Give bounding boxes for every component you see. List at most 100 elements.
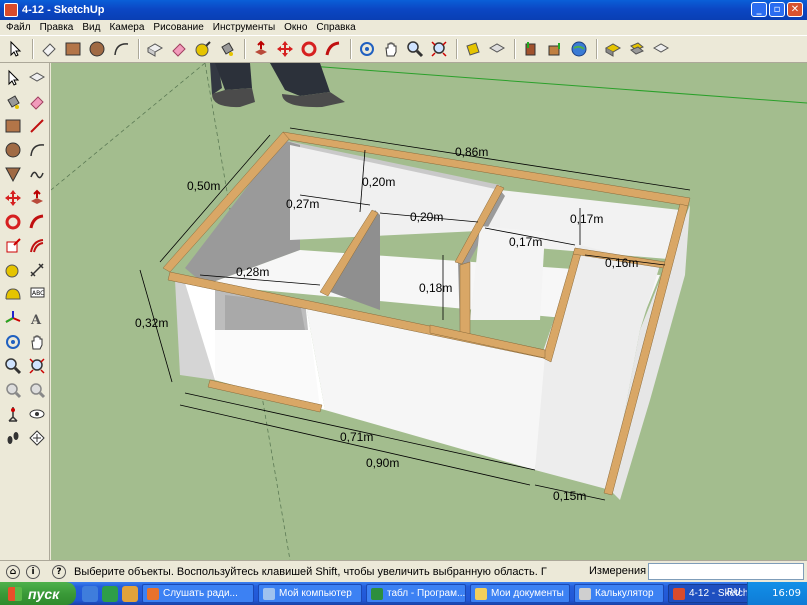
eraser-icon[interactable]	[26, 91, 48, 113]
zoom-icon[interactable]	[2, 355, 24, 377]
quick-launch-media-icon[interactable]	[102, 585, 118, 602]
rectangle-tool-icon[interactable]	[62, 38, 84, 60]
pan-icon[interactable]	[26, 331, 48, 353]
quick-launch-folder-icon[interactable]	[122, 585, 138, 602]
section-plane-icon[interactable]	[26, 427, 48, 449]
rotate-tool-icon[interactable]	[298, 38, 320, 60]
circle-icon[interactable]	[2, 139, 24, 161]
share-model-tool-icon[interactable]	[544, 38, 566, 60]
menu-bar: Файл Правка Вид Камера Рисование Инструм…	[0, 20, 807, 35]
close-button[interactable]: ✕	[787, 2, 803, 17]
dim-inner-16: 0,16m	[605, 256, 638, 270]
menu-draw[interactable]: Рисование	[149, 22, 208, 33]
arc-tool-icon[interactable]	[110, 38, 132, 60]
walk-icon[interactable]	[2, 427, 24, 449]
components-tool-icon[interactable]	[626, 38, 648, 60]
make-component-icon[interactable]	[26, 67, 48, 89]
geolocation-icon[interactable]: ⌂	[6, 564, 20, 579]
tape-measure-tool-icon[interactable]	[192, 38, 214, 60]
outliner-tool-icon[interactable]	[650, 38, 672, 60]
follow-me-tool-icon[interactable]	[322, 38, 344, 60]
tape-measure-icon[interactable]	[2, 259, 24, 281]
orbit-tool-icon[interactable]	[356, 38, 378, 60]
get-models-tool-icon[interactable]	[520, 38, 542, 60]
warehouse-tool-icon[interactable]	[602, 38, 624, 60]
move-tool-icon[interactable]	[274, 38, 296, 60]
line-icon[interactable]	[26, 115, 48, 137]
task-radio[interactable]: Слушать ради...	[142, 584, 254, 603]
section-tool-icon[interactable]	[462, 38, 484, 60]
spreadsheet-icon	[371, 587, 383, 600]
dim-total-length: 0,86m	[455, 145, 488, 159]
polygon-icon[interactable]	[2, 163, 24, 185]
clock[interactable]: 16:09	[772, 588, 801, 599]
arc-icon[interactable]	[26, 139, 48, 161]
freehand-icon[interactable]	[26, 163, 48, 185]
google-earth-tool-icon[interactable]	[568, 38, 590, 60]
pan-tool-icon[interactable]	[380, 38, 402, 60]
measurements-input[interactable]	[648, 563, 804, 580]
dim-inner-17a: 0,17m	[570, 212, 603, 226]
status-bar: ⌂ i ? Выберите объекты. Воспользуйтесь к…	[0, 560, 807, 582]
maximize-button[interactable]: ▫	[769, 2, 785, 17]
dim-inner-27: 0,27m	[286, 197, 319, 211]
dim-inner-18: 0,18m	[419, 281, 452, 295]
measurements-label: Измерения	[589, 565, 647, 577]
zoom-extents-tool-icon[interactable]	[428, 38, 450, 60]
menu-file[interactable]: Файл	[2, 22, 36, 33]
axes-icon[interactable]	[2, 307, 24, 329]
scale-icon[interactable]	[2, 235, 24, 257]
3d-viewport[interactable]: 0,86m 0,50m 0,27m 0,20m 0,20m 0,17m 0,17…	[51, 63, 807, 560]
task-excel[interactable]: табл - Програм...	[366, 584, 466, 603]
dim-inner-20b: 0,20m	[410, 210, 443, 224]
rectangle-icon[interactable]	[2, 115, 24, 137]
language-indicator[interactable]: RU	[727, 587, 741, 598]
credits-icon[interactable]: i	[26, 564, 40, 579]
previous-view-icon[interactable]	[2, 379, 24, 401]
paint-bucket-icon[interactable]	[2, 91, 24, 113]
svg-text:A: A	[30, 313, 42, 327]
protractor-icon[interactable]	[2, 283, 24, 305]
menu-window[interactable]: Окно	[280, 22, 312, 33]
model-drawing: 0,86m 0,50m 0,27m 0,20m 0,20m 0,17m 0,17…	[51, 63, 807, 560]
task-calculator[interactable]: Калькулятор	[574, 584, 664, 603]
dimension-icon[interactable]	[26, 259, 48, 281]
display-section-tool-icon[interactable]	[486, 38, 508, 60]
quick-launch	[82, 585, 138, 602]
3d-text-icon[interactable]: A	[26, 307, 48, 329]
task-my-documents[interactable]: Мои документы	[470, 584, 570, 603]
help-icon[interactable]: ?	[52, 564, 66, 579]
quick-launch-browser-icon[interactable]	[82, 585, 98, 602]
menu-help[interactable]: Справка	[312, 22, 360, 33]
zoom-tool-icon[interactable]	[404, 38, 426, 60]
menu-edit[interactable]: Правка	[36, 22, 79, 33]
position-camera-icon[interactable]	[2, 403, 24, 425]
taskbar: пуск Слушать ради... Мой компьютер табл …	[0, 582, 807, 605]
documents-icon	[475, 587, 487, 600]
select-tool-icon[interactable]	[4, 38, 26, 60]
offset-icon[interactable]	[26, 235, 48, 257]
zoom-window-icon[interactable]	[26, 355, 48, 377]
rotate-icon[interactable]	[2, 211, 24, 233]
follow-me-icon[interactable]	[26, 211, 48, 233]
dim-front-71: 0,71m	[340, 430, 373, 444]
pushpull-tool-icon[interactable]	[250, 38, 272, 60]
circle-tool-icon[interactable]	[86, 38, 108, 60]
select-arrow-icon[interactable]	[2, 67, 24, 89]
menu-camera[interactable]: Камера	[105, 22, 149, 33]
menu-view[interactable]: Вид	[78, 22, 105, 33]
minimize-button[interactable]: _	[751, 2, 767, 17]
start-button[interactable]: пуск	[0, 582, 76, 605]
eraser-pink-tool-icon[interactable]	[168, 38, 190, 60]
paint-bucket-tool-icon[interactable]	[216, 38, 238, 60]
move-icon[interactable]	[2, 187, 24, 209]
make-component-tool-icon[interactable]	[144, 38, 166, 60]
pushpull-icon[interactable]	[26, 187, 48, 209]
eraser-tool-icon[interactable]	[38, 38, 60, 60]
menu-tools[interactable]: Инструменты	[209, 22, 280, 33]
text-icon[interactable]: ABC	[26, 283, 48, 305]
next-view-icon[interactable]	[26, 379, 48, 401]
look-around-icon[interactable]	[26, 403, 48, 425]
task-my-computer[interactable]: Мой компьютер	[258, 584, 362, 603]
orbit-icon[interactable]	[2, 331, 24, 353]
